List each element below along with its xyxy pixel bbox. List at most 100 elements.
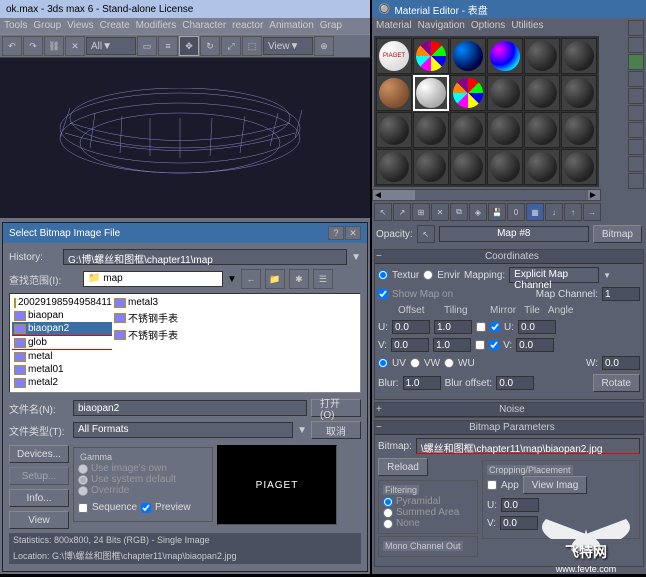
redo-button[interactable]: ↷ — [23, 36, 43, 56]
u-offset-spinner[interactable]: 0.0 — [392, 320, 430, 334]
material-slot[interactable] — [524, 149, 560, 185]
wu-radio[interactable] — [444, 358, 454, 368]
material-slot[interactable] — [487, 149, 523, 185]
viewport[interactable] — [0, 58, 370, 218]
menu-views[interactable]: Views — [67, 20, 94, 32]
background-button[interactable] — [628, 54, 644, 70]
filename-input[interactable] — [73, 400, 307, 416]
move-button[interactable]: ✥ — [179, 36, 199, 56]
effects-channel-button[interactable]: 0 — [507, 203, 525, 221]
center-button[interactable]: ⊕ — [314, 36, 334, 56]
vw-radio[interactable] — [410, 358, 420, 368]
go-sibling-button[interactable]: → — [583, 203, 601, 221]
put-library-button[interactable]: 💾 — [488, 203, 506, 221]
u-tile-checkbox[interactable] — [490, 322, 500, 332]
showmap-checkbox[interactable] — [378, 289, 388, 299]
material-slot[interactable] — [487, 75, 523, 111]
material-slot[interactable] — [413, 38, 449, 74]
material-slot[interactable] — [413, 149, 449, 185]
dropdown-arrow-icon[interactable]: ▼ — [603, 271, 611, 280]
apply-checkbox[interactable] — [487, 480, 497, 490]
up-button[interactable]: 📁 — [265, 269, 285, 289]
menu-options[interactable]: Options — [471, 20, 505, 32]
mateditor-menubar[interactable]: Material Navigation Options Utilities — [372, 18, 646, 34]
sample-type-button[interactable] — [628, 20, 644, 36]
menu-grap[interactable]: Grap — [320, 20, 342, 32]
u-mirror-checkbox[interactable] — [476, 322, 486, 332]
file-item[interactable]: 20029198594958411 — [12, 296, 112, 309]
file-item[interactable]: metal — [12, 350, 112, 363]
menu-tools[interactable]: Tools — [4, 20, 27, 32]
view-mode-button[interactable]: ☰ — [313, 269, 333, 289]
gamma-own-radio[interactable]: Use image's own — [78, 463, 208, 474]
menu-material[interactable]: Material — [376, 20, 412, 32]
file-item[interactable]: biaopan — [12, 309, 112, 322]
unlink-button[interactable]: ✕ — [65, 36, 85, 56]
file-item-selected[interactable]: biaopan2 — [12, 322, 112, 336]
repeat-button[interactable] — [628, 88, 644, 104]
summed-radio[interactable]: Summed Area — [383, 507, 473, 518]
coord-dropdown[interactable]: View ▼ — [263, 37, 313, 55]
select-name-button[interactable]: ≡ — [158, 36, 178, 56]
material-slot[interactable] — [450, 75, 486, 111]
dropdown-arrow-icon[interactable]: ▼ — [351, 252, 361, 263]
undo-button[interactable]: ↶ — [2, 36, 22, 56]
blur-spinner[interactable]: 1.0 — [403, 376, 441, 390]
filter-dropdown[interactable]: All ▼ — [86, 37, 136, 55]
rotate-button[interactable]: ↻ — [200, 36, 220, 56]
gamma-over-radio[interactable]: Override — [78, 485, 208, 496]
file-item[interactable]: metal2 — [12, 376, 112, 389]
v-angle-spinner[interactable]: 0.0 — [516, 338, 554, 352]
scale-button[interactable]: ⤢ — [221, 36, 241, 56]
open-button[interactable]: 打开(O) — [311, 399, 361, 417]
envir-radio[interactable] — [423, 270, 433, 280]
history-dropdown[interactable]: G:\博\螺丝和图框\chapter11\map — [63, 249, 347, 265]
material-slot[interactable] — [450, 112, 486, 148]
u-tiling-spinner[interactable]: 1.0 — [434, 320, 472, 334]
rollout-header[interactable]: −Coordinates — [375, 250, 643, 264]
reload-button[interactable]: Reload — [378, 458, 428, 476]
new-folder-button[interactable]: ✱ — [289, 269, 309, 289]
file-item[interactable]: metal3 — [112, 296, 212, 309]
pyramidal-radio[interactable]: Pyramidal — [383, 496, 473, 507]
go-parent-button[interactable]: ↑ — [564, 203, 582, 221]
file-item[interactable]: 不锈钢手表 — [112, 326, 212, 343]
material-slot[interactable] — [561, 112, 597, 148]
material-slot[interactable] — [376, 112, 412, 148]
file-item[interactable]: glob — [12, 336, 112, 350]
file-item[interactable]: metal01 — [12, 363, 112, 376]
v-tile-checkbox[interactable] — [489, 340, 499, 350]
sample-uv-button[interactable] — [628, 71, 644, 87]
lookin-dropdown[interactable]: 📁 map — [83, 271, 223, 287]
mapping-dropdown[interactable]: Explicit Map Channel — [509, 267, 599, 283]
bitmap-path-button[interactable]: \螺丝和图框\chapter11\map\biaopan2.jpg — [416, 438, 640, 454]
material-slot[interactable] — [524, 112, 560, 148]
crop-v-spinner[interactable]: 0.0 — [500, 516, 538, 530]
dropdown-arrow-icon[interactable]: ▼ — [297, 425, 307, 436]
material-slot[interactable] — [561, 75, 597, 111]
select-by-mat-button[interactable] — [628, 156, 644, 172]
filetype-dropdown[interactable]: All Formats — [73, 422, 293, 438]
menu-navigation[interactable]: Navigation — [418, 20, 465, 32]
texture-radio[interactable] — [378, 270, 388, 280]
view-image-button[interactable]: View Imag — [523, 476, 588, 494]
backlight-button[interactable] — [628, 37, 644, 53]
rollout-header[interactable]: −Bitmap Parameters — [375, 421, 643, 435]
material-slot[interactable] — [524, 38, 560, 74]
reset-button[interactable]: ✕ — [431, 203, 449, 221]
material-slot[interactable] — [450, 149, 486, 185]
map-type-button[interactable]: Bitmap — [593, 225, 642, 243]
options-button[interactable] — [628, 139, 644, 155]
bluroffset-spinner[interactable]: 0.0 — [496, 376, 534, 390]
none-radio[interactable]: None — [383, 518, 473, 529]
uv-radio[interactable] — [378, 358, 388, 368]
menu-reactor[interactable]: reactor — [232, 20, 263, 32]
devices-button[interactable]: Devices... — [9, 445, 69, 463]
main-menubar[interactable]: Tools Group Views Create Modifiers Chara… — [0, 18, 370, 34]
v-offset-spinner[interactable]: 0.0 — [391, 338, 429, 352]
material-slot[interactable] — [487, 112, 523, 148]
menu-modifiers[interactable]: Modifiers — [136, 20, 177, 32]
preview-checkbox[interactable] — [141, 503, 151, 513]
menu-utilities[interactable]: Utilities — [511, 20, 543, 32]
menu-character[interactable]: Character — [182, 20, 226, 32]
